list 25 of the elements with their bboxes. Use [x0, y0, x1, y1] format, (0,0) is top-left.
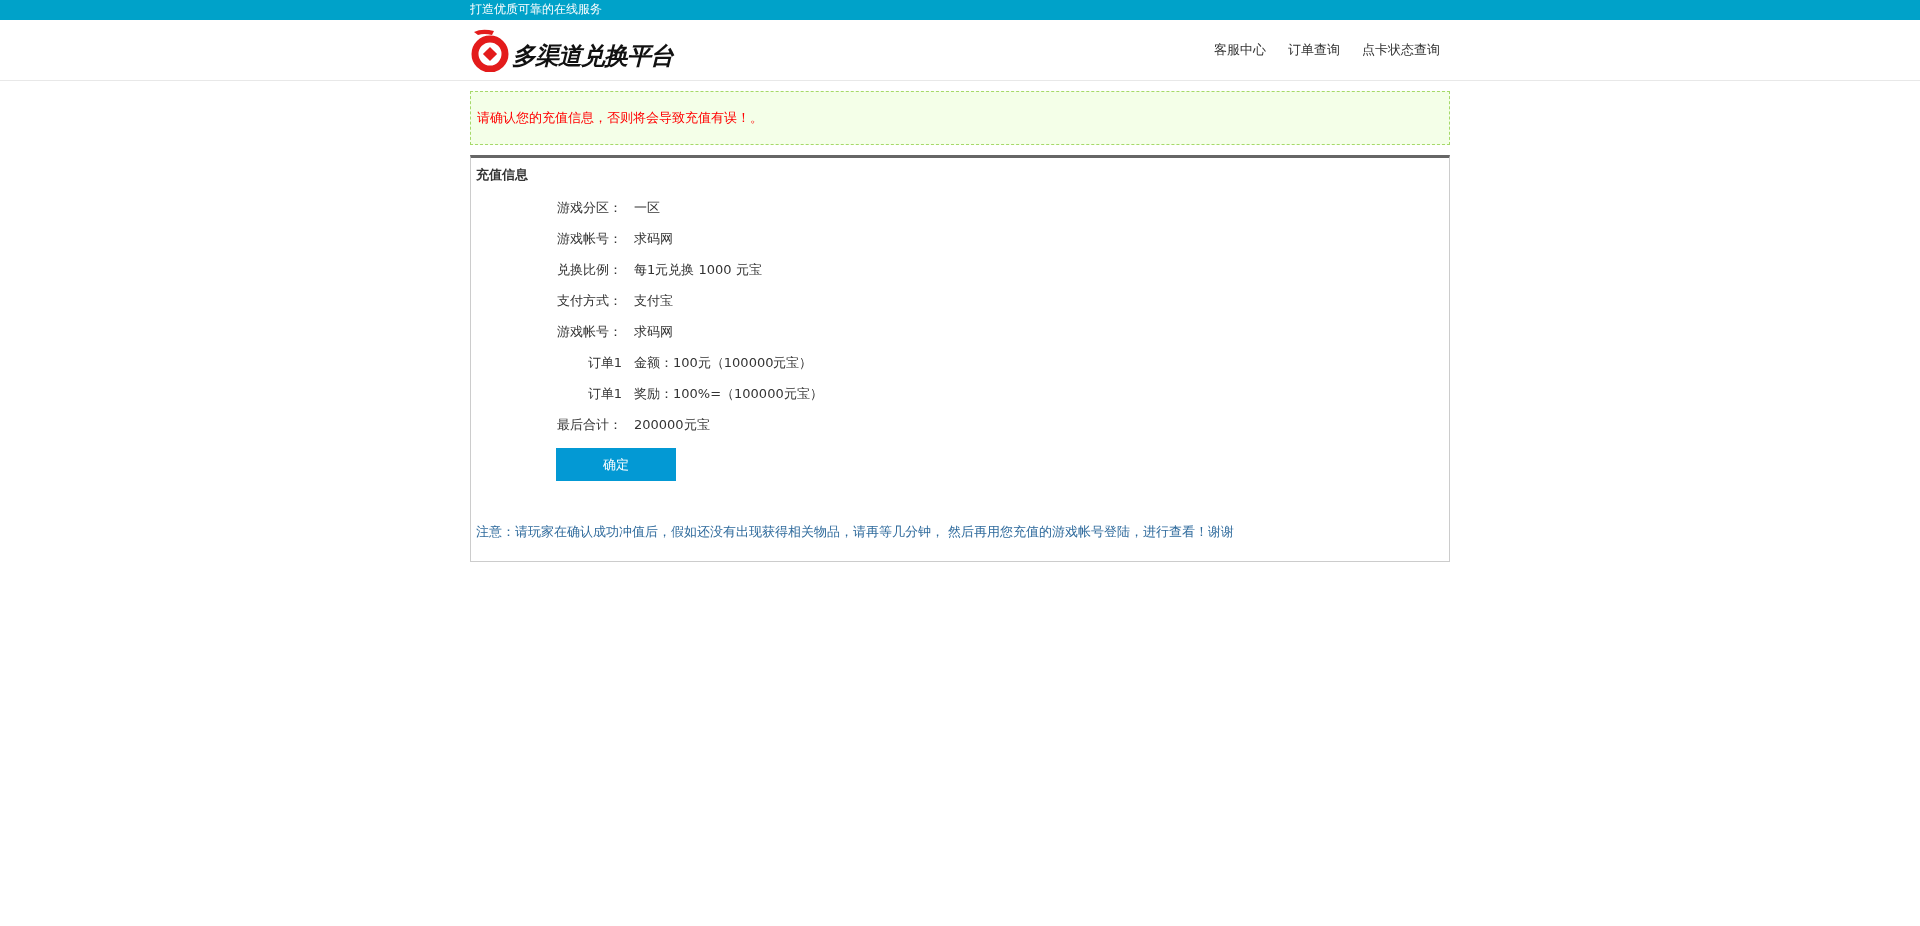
alert-text: 请确认您的充值信息，否则将会导致充值有误！。 [477, 109, 763, 127]
field-label: 支付方式： [556, 291, 623, 310]
field-value: 每1元兑换 1000 元宝 [634, 260, 762, 279]
field-label: 游戏帐号： [556, 229, 623, 248]
logo-icon [470, 28, 510, 72]
nav-link[interactable]: 点卡状态查询 [1362, 41, 1440, 59]
field-value: 支付宝 [634, 291, 673, 310]
field-label: 游戏帐号： [556, 322, 623, 341]
field-label: 订单1 [586, 384, 623, 403]
field-label: 游戏分区： [556, 198, 623, 217]
nav-link[interactable]: 客服中心 [1214, 41, 1266, 59]
panel-title: 充值信息 [476, 166, 529, 184]
field-value: 求码网 [634, 322, 673, 341]
field-value: 求码网 [634, 229, 673, 248]
nav-link[interactable]: 订单查询 [1288, 41, 1340, 59]
field-value: 金额：100元（100000元宝） [634, 353, 813, 372]
field-label: 最后合计： [556, 415, 623, 434]
logo-text: 多渠道兑换平台 [512, 41, 673, 72]
note-text: 注意：请玩家在确认成功冲值后，假如还没有出现获得相关物品，请再等几分钟， 然后再用您充值的游戏帐号登陆，进行查看！谢谢 [476, 523, 1236, 541]
slogan-text: 打造优质可靠的在线服务 [470, 1, 602, 18]
field-label: 兑换比例： [556, 260, 623, 279]
field-value: 200000元宝 [634, 415, 710, 434]
field-label: 订单1 [586, 353, 623, 372]
field-value: 奖励：100%=（100000元宝） [634, 384, 823, 403]
field-value: 一区 [634, 198, 660, 217]
